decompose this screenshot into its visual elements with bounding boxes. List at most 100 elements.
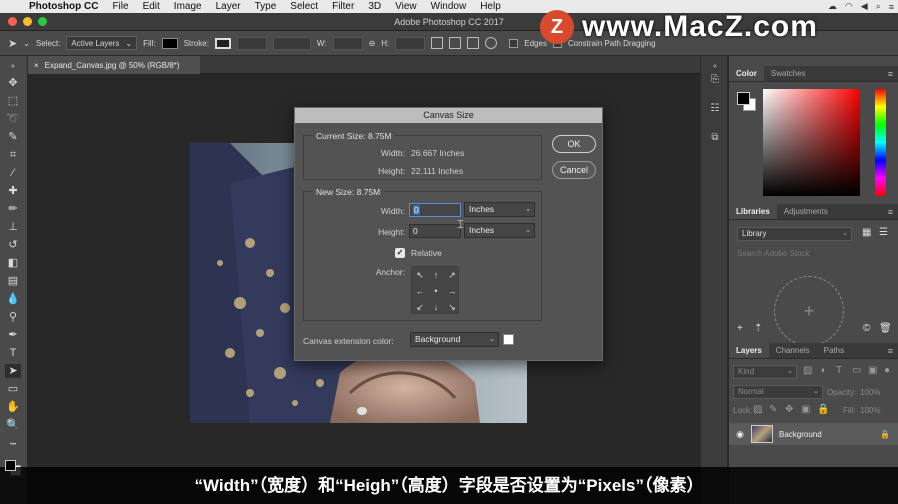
- blur-tool-icon[interactable]: 💧: [5, 292, 21, 306]
- height-unit-select[interactable]: Inches ⌄: [464, 223, 535, 238]
- filter-adjustment-icon[interactable]: ◑: [819, 365, 825, 376]
- menu-layer[interactable]: Layer: [209, 1, 248, 12]
- stroke-swatch[interactable]: [214, 37, 231, 49]
- rectangle-tool-icon[interactable]: ▭: [5, 382, 21, 396]
- lasso-tool-icon[interactable]: ➰: [5, 112, 21, 126]
- tab-libraries[interactable]: Libraries: [729, 204, 777, 219]
- menu-file[interactable]: File: [105, 1, 135, 12]
- move-tool-icon[interactable]: ✥: [5, 76, 21, 90]
- quick-select-tool-icon[interactable]: ✎: [5, 130, 21, 144]
- add-to-library-icon[interactable]: +: [774, 276, 844, 346]
- layer-row[interactable]: ◉ Background 🔒: [729, 423, 898, 445]
- collapse-panels-icon[interactable]: «: [708, 60, 722, 74]
- hand-tool-icon[interactable]: ✋: [5, 400, 21, 414]
- new-width-input[interactable]: 0: [409, 203, 461, 217]
- marquee-tool-icon[interactable]: ⬚: [5, 94, 21, 108]
- menu-image[interactable]: Image: [167, 1, 209, 12]
- filter-smart-object-icon[interactable]: ▣: [868, 365, 877, 376]
- extension-color-select[interactable]: Background ⌄: [410, 332, 499, 347]
- tab-color[interactable]: Color: [729, 66, 764, 81]
- anchor-top-left-icon[interactable]: ↖: [412, 267, 428, 283]
- library-search-input[interactable]: Search Adobe Stock: [733, 249, 894, 262]
- anchor-right-icon[interactable]: →: [444, 283, 460, 299]
- filter-toggle-icon[interactable]: ●: [884, 365, 890, 376]
- tab-paths[interactable]: Paths: [817, 343, 851, 358]
- lock-artboard-icon[interactable]: ▣: [801, 404, 810, 415]
- path-operations-icon[interactable]: [431, 37, 444, 49]
- layer-kind-filter[interactable]: Kind ⌄: [733, 365, 797, 379]
- pen-tool-icon[interactable]: ✒: [5, 328, 21, 342]
- filter-shape-icon[interactable]: ▭: [852, 365, 861, 376]
- zoom-tool-icon[interactable]: 🔍: [5, 418, 21, 432]
- filter-type-icon[interactable]: T: [836, 365, 842, 376]
- menu-window[interactable]: Window: [424, 1, 474, 12]
- add-content-icon[interactable]: +: [737, 323, 743, 334]
- history-brush-tool-icon[interactable]: ↺: [5, 238, 21, 252]
- width-field[interactable]: [332, 36, 363, 50]
- trash-icon[interactable]: 🗑: [879, 323, 892, 334]
- stroke-width-field[interactable]: [236, 36, 267, 50]
- hue-slider[interactable]: [875, 89, 886, 196]
- type-tool-icon[interactable]: T: [5, 346, 21, 360]
- width-unit-select[interactable]: Inches ⌄: [464, 202, 535, 217]
- tab-swatches[interactable]: Swatches: [764, 66, 813, 81]
- clone-stamp-tool-icon[interactable]: ⊥: [5, 220, 21, 234]
- tab-close-icon[interactable]: ×: [34, 61, 39, 70]
- menu-edit[interactable]: Edit: [136, 1, 167, 12]
- stroke-type-dropdown[interactable]: [272, 36, 311, 50]
- path-selection-tool-icon[interactable]: ➤: [5, 364, 21, 378]
- foreground-color-swatch[interactable]: [5, 460, 16, 471]
- relative-checkbox[interactable]: ✓: [395, 248, 405, 258]
- menu-3d[interactable]: 3D: [361, 1, 388, 12]
- gradient-tool-icon[interactable]: ▤: [5, 274, 21, 288]
- lock-all-icon[interactable]: 🔒: [817, 404, 829, 415]
- blend-mode-select[interactable]: Normal ⌄: [733, 385, 823, 399]
- anchor-left-icon[interactable]: ←: [412, 283, 428, 299]
- opacity-value[interactable]: 100%: [860, 388, 880, 397]
- anchor-bottom-left-icon[interactable]: ↙: [412, 299, 428, 315]
- history-panel-icon[interactable]: ⎘: [708, 73, 722, 87]
- anchor-top-icon[interactable]: ↑: [428, 267, 444, 283]
- gear-icon[interactable]: [485, 37, 498, 49]
- list-icon[interactable]: ≡: [889, 2, 894, 12]
- collapse-toolbar-icon[interactable]: »: [5, 60, 21, 74]
- ok-button[interactable]: OK: [552, 135, 596, 153]
- menu-type[interactable]: Type: [248, 1, 284, 12]
- fill-swatch[interactable]: [161, 37, 178, 49]
- panel-menu-icon[interactable]: ≡: [888, 346, 893, 356]
- cc-icon[interactable]: ©: [863, 323, 870, 334]
- adjustments-panel-icon[interactable]: ⧉: [708, 131, 722, 145]
- healing-brush-tool-icon[interactable]: ✚: [5, 184, 21, 198]
- link-icon[interactable]: ⊖: [369, 39, 376, 48]
- align-edges-checkbox[interactable]: [509, 38, 519, 48]
- height-field[interactable]: [395, 36, 426, 50]
- lock-position-icon[interactable]: ✥: [785, 404, 793, 415]
- anchor-grid[interactable]: ↖ ↑ ↗ ← • → ↙ ↓ ↘: [411, 266, 459, 314]
- new-height-input[interactable]: 0: [409, 224, 461, 238]
- properties-panel-icon[interactable]: ☷: [708, 102, 722, 116]
- menu-help[interactable]: Help: [473, 1, 508, 12]
- anchor-bottom-icon[interactable]: ↓: [428, 299, 444, 315]
- lock-pixels-icon[interactable]: ✎: [769, 404, 777, 415]
- search-icon[interactable]: ⌕: [876, 1, 881, 12]
- list-view-icon[interactable]: ☰: [879, 227, 888, 238]
- eye-icon[interactable]: ◉: [729, 429, 751, 440]
- filter-pixel-icon[interactable]: ▨: [803, 365, 812, 376]
- cloud-icon[interactable]: ☁: [828, 1, 837, 12]
- menu-select[interactable]: Select: [283, 1, 325, 12]
- move-tool-icon[interactable]: ➤: [8, 37, 17, 50]
- menu-filter[interactable]: Filter: [325, 1, 361, 12]
- lock-transparent-icon[interactable]: ▨: [753, 404, 762, 415]
- color-panel-foreground-swatch[interactable]: [737, 92, 750, 105]
- document-tab[interactable]: × Expand_Canvas.jpg @ 50% (RGB/8*): [28, 56, 200, 74]
- select-dropdown[interactable]: Active Layers ⌄: [66, 36, 138, 50]
- tab-adjustments[interactable]: Adjustments: [777, 204, 835, 219]
- extension-color-swatch[interactable]: [503, 334, 514, 345]
- menu-view[interactable]: View: [388, 1, 424, 12]
- anchor-center-icon[interactable]: •: [428, 283, 444, 299]
- tool-preset-chevron-icon[interactable]: ⌄: [23, 39, 30, 48]
- tab-channels[interactable]: Channels: [769, 343, 817, 358]
- app-menu[interactable]: Photoshop CC: [22, 1, 105, 12]
- crop-tool-icon[interactable]: ⌗: [5, 148, 21, 162]
- volume-icon[interactable]: ◀: [861, 1, 868, 12]
